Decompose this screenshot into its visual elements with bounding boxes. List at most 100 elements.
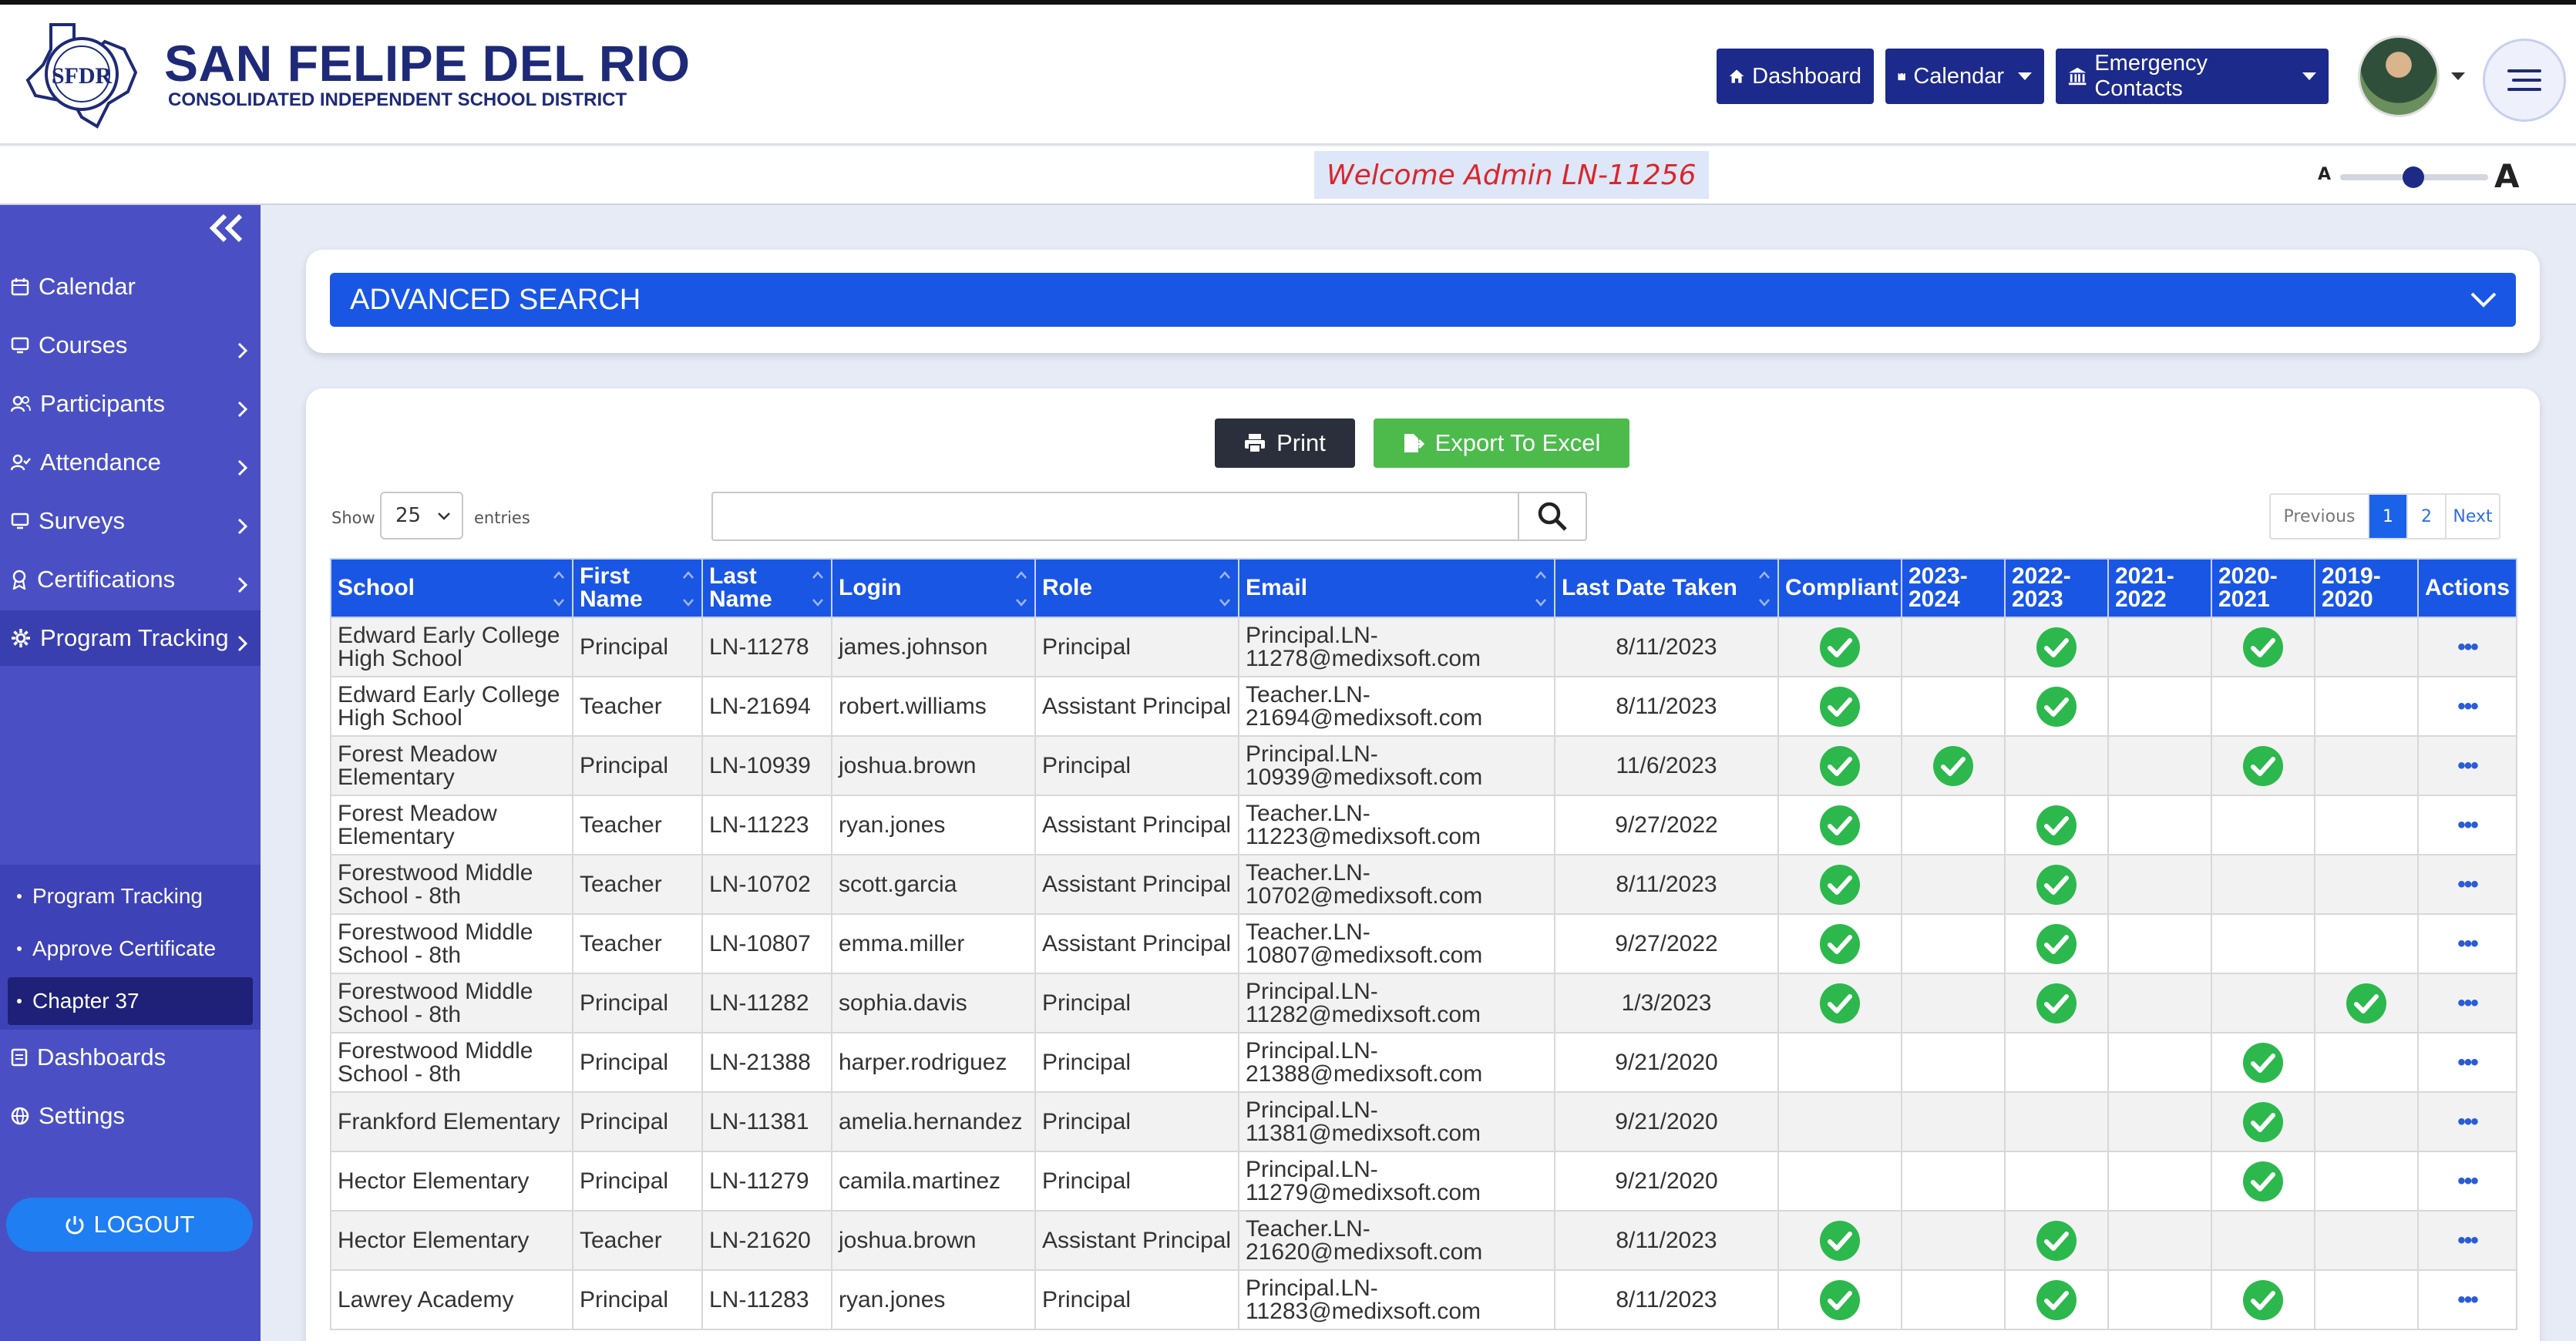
calendar-icon <box>11 277 29 296</box>
page-1-button[interactable]: 1 <box>2368 495 2406 538</box>
font-size-slider-handle[interactable] <box>2403 166 2424 188</box>
sidebar-item-participants[interactable]: Participants <box>0 376 261 432</box>
column-header-first-name[interactable]: First Name <box>572 558 703 618</box>
school-cell: Forestwood Middle School - 8th <box>330 913 573 974</box>
advanced-search-toggle[interactable]: ADVANCED SEARCH <box>330 273 2516 327</box>
compliant-cell <box>1777 1091 1902 1152</box>
collapse-sidebar-icon[interactable] <box>208 213 245 244</box>
more-actions-icon[interactable]: ••• <box>2457 1050 2478 1075</box>
year-2020-2021-cell <box>2211 1032 2315 1093</box>
more-actions-icon[interactable]: ••• <box>2457 990 2478 1016</box>
print-button[interactable]: Print <box>1215 418 1355 468</box>
more-actions-icon[interactable]: ••• <box>2457 634 2478 660</box>
page-size-value: 25 <box>395 504 422 527</box>
calendar-dropdown[interactable]: Calendar <box>1885 49 2044 104</box>
column-header-2021-2022[interactable]: 2021-2022 <box>2107 558 2212 618</box>
column-header-last-date-taken[interactable]: Last Date Taken <box>1554 558 1779 618</box>
sidebar-item-dashboards[interactable]: Dashboards <box>0 1030 261 1085</box>
more-actions-icon[interactable]: ••• <box>2457 753 2478 778</box>
building-icon <box>2068 67 2087 86</box>
table-row: Frankford Elementary Principal LN-11381 ame… <box>330 1091 2517 1152</box>
sidebar-item-surveys[interactable]: Surveys <box>0 493 261 549</box>
more-actions-icon[interactable]: ••• <box>2457 872 2478 897</box>
column-header-2020-2021[interactable]: 2020-2021 <box>2211 558 2315 618</box>
chevron-right-icon <box>237 455 248 482</box>
actions-cell: ••• <box>2417 676 2517 737</box>
emergency-contacts-dropdown[interactable]: Emergency Contacts <box>2056 49 2329 104</box>
actions-cell: ••• <box>2417 854 2517 915</box>
show-label: Show <box>331 509 375 527</box>
email-cell: Principal.LN-21388@medixsoft.com <box>1238 1032 1555 1093</box>
more-actions-icon[interactable]: ••• <box>2457 1168 2478 1194</box>
hamburger-menu-button[interactable] <box>2483 39 2566 122</box>
year-2020-2021-cell <box>2211 1269 2315 1330</box>
year-2023-2024-cell <box>1901 735 2006 796</box>
more-actions-icon[interactable]: ••• <box>2457 1109 2478 1134</box>
table-header-row: School First Name Last Name Login Role Email L… <box>330 558 2517 618</box>
year-2022-2023-cell <box>2004 1032 2109 1093</box>
more-actions-icon[interactable]: ••• <box>2457 931 2478 956</box>
export-excel-button[interactable]: Export To Excel <box>1374 418 1629 468</box>
check-circle-icon <box>2243 1161 2283 1202</box>
logout-button[interactable]: LOGOUT <box>6 1198 253 1252</box>
year-2019-2020-cell <box>2314 1269 2419 1330</box>
email-cell: Principal.LN-11381@medixsoft.com <box>1238 1091 1555 1152</box>
year-2022-2023-cell <box>2004 1269 2109 1330</box>
column-header-role[interactable]: Role <box>1034 558 1239 618</box>
submenu-approve-certificate[interactable]: Approve Certificate <box>8 925 253 973</box>
more-actions-icon[interactable]: ••• <box>2457 1228 2478 1253</box>
year-2023-2024-cell <box>1901 617 2006 677</box>
font-size-small-label[interactable]: A <box>2318 165 2331 184</box>
more-actions-icon[interactable]: ••• <box>2457 694 2478 719</box>
sidebar-item-certifications[interactable]: Certifications <box>0 552 261 607</box>
column-header-2022-2023[interactable]: 2022-2023 <box>2004 558 2109 618</box>
table-row: Forestwood Middle School - 8th Teacher LN-… <box>330 913 2517 974</box>
avatar-chevron-down-icon[interactable] <box>2451 72 2465 80</box>
last-date-taken-cell: 8/11/2023 <box>1554 1269 1779 1330</box>
sidebar-item-program-tracking[interactable]: Program Tracking <box>0 610 261 666</box>
sidebar-item-settings[interactable]: Settings <box>0 1088 261 1144</box>
font-size-large-label[interactable]: A <box>2494 157 2520 195</box>
dashboard-button[interactable]: Dashboard <box>1717 49 1874 104</box>
year-2020-2021-cell <box>2211 735 2315 796</box>
last-name-cell: LN-11283 <box>701 1269 832 1330</box>
page-2-button[interactable]: 2 <box>2406 495 2445 538</box>
column-header-2023-2024[interactable]: 2023-2024 <box>1901 558 2006 618</box>
year-2022-2023-cell <box>2004 1151 2109 1212</box>
year-2021-2022-cell <box>2107 795 2212 855</box>
column-header-school[interactable]: School <box>330 558 573 618</box>
sidebar-item-courses[interactable]: Courses <box>0 318 261 373</box>
more-actions-icon[interactable]: ••• <box>2457 812 2478 838</box>
page-size-select[interactable]: 25 <box>380 492 463 539</box>
column-header-login[interactable]: Login <box>831 558 1036 618</box>
column-header-2019-2020[interactable]: 2019-2020 <box>2314 558 2419 618</box>
printer-icon <box>1245 434 1266 453</box>
role-cell: Assistant Principal <box>1034 854 1239 915</box>
more-actions-icon[interactable]: ••• <box>2457 1287 2478 1312</box>
user-avatar[interactable] <box>2358 35 2440 117</box>
email-cell: Principal.LN-11278@medixsoft.com <box>1238 617 1555 677</box>
year-2020-2021-cell <box>2211 617 2315 677</box>
actions-cell: ••• <box>2417 1269 2517 1330</box>
district-logo[interactable]: SFDR <box>20 18 150 134</box>
login-cell: harper.rodriguez <box>831 1032 1036 1093</box>
advanced-search-label: ADVANCED SEARCH <box>350 283 641 316</box>
sort-icon <box>812 571 823 607</box>
column-header-compliant[interactable]: Compliant <box>1777 558 1902 618</box>
table-row: Forest Meadow Elementary Teacher LN-11223 r… <box>330 795 2517 855</box>
sidebar-item-label: Surveys <box>39 507 125 534</box>
login-cell: amelia.hernandez <box>831 1091 1036 1152</box>
submenu-chapter-37[interactable]: Chapter 37 <box>8 977 253 1025</box>
column-header-last-name[interactable]: Last Name <box>701 558 832 618</box>
next-page-button[interactable]: Next <box>2445 495 2499 538</box>
sidebar-item-calendar[interactable]: Calendar <box>0 259 261 314</box>
column-header-email[interactable]: Email <box>1238 558 1555 618</box>
year-2020-2021-cell <box>2211 973 2315 1033</box>
table-search-input[interactable] <box>711 492 1519 541</box>
submenu-program-tracking[interactable]: Program Tracking <box>8 872 253 920</box>
search-button[interactable] <box>1519 492 1587 541</box>
previous-page-button[interactable]: Previous <box>2271 495 2368 538</box>
sidebar-item-attendance[interactable]: Attendance <box>0 435 261 490</box>
column-header-actions[interactable]: Actions <box>2417 558 2517 618</box>
chevron-right-icon <box>237 572 248 600</box>
